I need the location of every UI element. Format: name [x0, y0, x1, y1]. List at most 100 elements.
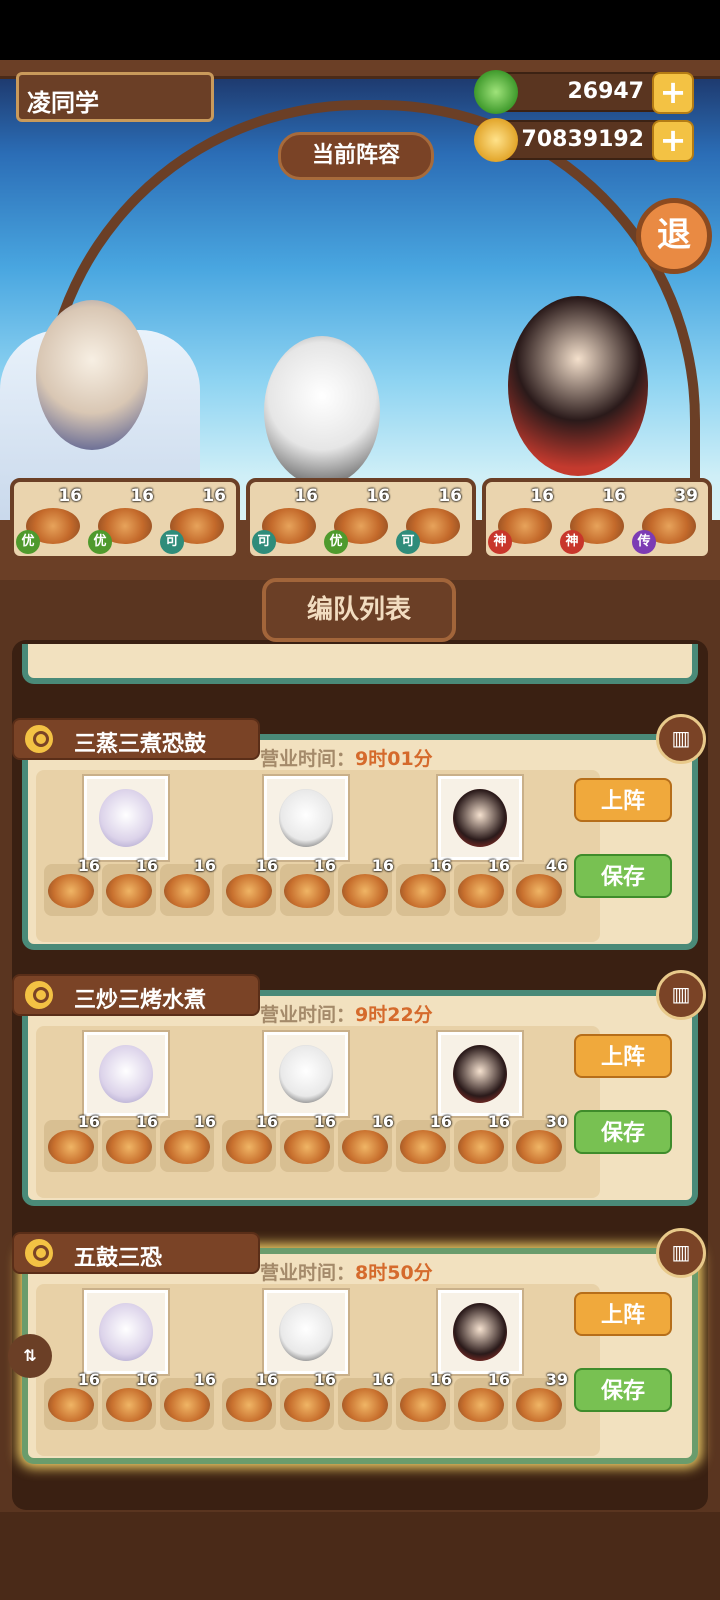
dish-icon — [516, 1130, 562, 1164]
dish-slot[interactable]: 16 可 — [160, 486, 226, 554]
save-button[interactable]: 保存 — [574, 854, 672, 898]
save-button[interactable]: 保存 — [574, 1368, 672, 1412]
dish-slot[interactable]: 16 可 — [252, 486, 318, 554]
player-name: 凌同学 — [27, 89, 99, 117]
business-hours: 营业时间：8时50分 — [260, 1262, 433, 1284]
dish-slot[interactable]: 16 — [160, 1370, 216, 1430]
dish-icon — [342, 1130, 388, 1164]
team-card[interactable]: 三炒三烤水煮 营业时间：9时22分 ▥ 16 16 16 16 16 16 16… — [12, 970, 706, 1206]
dish-icon — [226, 874, 272, 908]
business-hours: 营业时间：9时01分 — [260, 748, 433, 770]
dish-icon — [48, 874, 94, 908]
dish-slot[interactable]: 16 — [102, 1370, 158, 1430]
dish-icon — [106, 1388, 152, 1422]
rotate-icon[interactable]: ⇅ — [8, 1334, 52, 1378]
trash-icon[interactable]: ▥ — [656, 714, 706, 764]
dish-slot[interactable]: 16 — [396, 1370, 452, 1430]
character-2[interactable] — [264, 336, 380, 486]
dish-slot[interactable]: 16 — [338, 1370, 394, 1430]
business-hours: 营业时间：9时22分 — [260, 1004, 433, 1026]
dish-slot[interactable]: 16 神 — [560, 486, 626, 554]
dish-slot[interactable]: 16 — [102, 1112, 158, 1172]
deploy-button[interactable]: 上阵 — [574, 1034, 672, 1078]
search-icon[interactable] — [22, 978, 56, 1012]
team-name-tag[interactable]: 三蒸三煮恐鼓 — [12, 718, 260, 760]
dish-icon — [284, 874, 330, 908]
team-name-tag[interactable]: 五鼓三恐 — [12, 1232, 260, 1274]
dish-slot[interactable]: 16 — [396, 856, 452, 916]
team-card-selected[interactable]: 五鼓三恐 营业时间：8时50分 ▥ 16 16 16 16 16 16 16 1… — [12, 1228, 706, 1464]
dish-slot[interactable]: 16 — [454, 1112, 510, 1172]
team-card[interactable]: 三蒸三煮恐鼓 营业时间：9时01分 ▥ 16 16 16 16 16 16 16… — [12, 714, 706, 950]
dish-icon — [458, 1388, 504, 1422]
dish-icon — [284, 1130, 330, 1164]
character-portrait[interactable] — [264, 1290, 348, 1374]
character-1-avatar — [99, 1303, 153, 1361]
dish-slot[interactable]: 16 优 — [88, 486, 154, 554]
character-portrait[interactable] — [438, 1032, 522, 1116]
dish-slot[interactable]: 16 — [160, 856, 216, 916]
dish-slot[interactable]: 16 — [454, 1370, 510, 1430]
character-portrait[interactable] — [438, 776, 522, 860]
team-name-tag[interactable]: 三炒三烤水煮 — [12, 974, 260, 1016]
trash-icon[interactable]: ▥ — [656, 1228, 706, 1278]
dish-slot[interactable]: 16 — [338, 1112, 394, 1172]
dish-icon — [458, 874, 504, 908]
dish-slot[interactable]: 30 — [512, 1112, 568, 1172]
dish-slot[interactable]: 16 — [102, 856, 158, 916]
dish-slot[interactable]: 46 — [512, 856, 568, 916]
dish-slot[interactable]: 16 — [222, 1370, 278, 1430]
dish-slot[interactable]: 16 — [44, 1112, 100, 1172]
dish-icon — [342, 1388, 388, 1422]
character-portrait[interactable] — [438, 1290, 522, 1374]
dish-slot[interactable]: 16 — [280, 856, 336, 916]
character-1[interactable] — [36, 300, 148, 450]
dish-slot[interactable]: 16 — [222, 1112, 278, 1172]
trash-icon[interactable]: ▥ — [656, 970, 706, 1020]
dish-slot[interactable]: 16 优 — [16, 486, 82, 554]
dish-icon — [106, 1130, 152, 1164]
search-icon[interactable] — [22, 1236, 56, 1270]
dish-icon — [284, 1388, 330, 1422]
dish-slot[interactable]: 39 传 — [632, 486, 698, 554]
search-icon[interactable] — [22, 722, 56, 756]
deploy-button[interactable]: 上阵 — [574, 778, 672, 822]
dish-slot[interactable]: 16 — [44, 856, 100, 916]
character-portrait[interactable] — [264, 1032, 348, 1116]
character-3[interactable] — [508, 296, 648, 476]
dish-slot[interactable]: 16 — [160, 1112, 216, 1172]
character-2-avatar — [279, 1303, 333, 1361]
dish-slot[interactable]: 16 神 — [488, 486, 554, 554]
save-button[interactable]: 保存 — [574, 1110, 672, 1154]
bottom-bar — [0, 1512, 720, 1600]
dish-icon — [342, 874, 388, 908]
add-jade-button[interactable]: + — [652, 72, 694, 114]
dish-icon — [400, 874, 446, 908]
lineup-dishbar-3: 16 神 16 神 39 传 — [482, 478, 712, 560]
dish-slot[interactable]: 16 — [338, 856, 394, 916]
dish-slot[interactable]: 16 — [280, 1112, 336, 1172]
character-portrait[interactable] — [84, 1032, 168, 1116]
team-name: 三蒸三煮恐鼓 — [74, 732, 207, 757]
gold-coin-icon — [474, 118, 518, 162]
player-name-box[interactable]: 凌同学 — [16, 72, 214, 122]
character-portrait[interactable] — [264, 776, 348, 860]
character-portrait[interactable] — [84, 1290, 168, 1374]
character-3-avatar — [453, 1303, 507, 1361]
dish-slot[interactable]: 16 可 — [396, 486, 462, 554]
dish-slot[interactable]: 16 优 — [324, 486, 390, 554]
add-gold-button[interactable]: + — [652, 120, 694, 162]
gold-currency: 70839192 + — [474, 118, 694, 162]
character-1-avatar — [99, 1045, 153, 1103]
character-portrait[interactable] — [84, 776, 168, 860]
dish-slot[interactable]: 16 — [44, 1370, 100, 1430]
exit-button[interactable]: 退 — [636, 198, 712, 274]
status-bar — [0, 0, 720, 60]
dish-slot[interactable]: 16 — [454, 856, 510, 916]
dish-slot[interactable]: 39 — [512, 1370, 568, 1430]
dish-slot[interactable]: 16 — [396, 1112, 452, 1172]
jade-amount: 26947 — [567, 79, 644, 104]
dish-slot[interactable]: 16 — [280, 1370, 336, 1430]
deploy-button[interactable]: 上阵 — [574, 1292, 672, 1336]
dish-slot[interactable]: 16 — [222, 856, 278, 916]
